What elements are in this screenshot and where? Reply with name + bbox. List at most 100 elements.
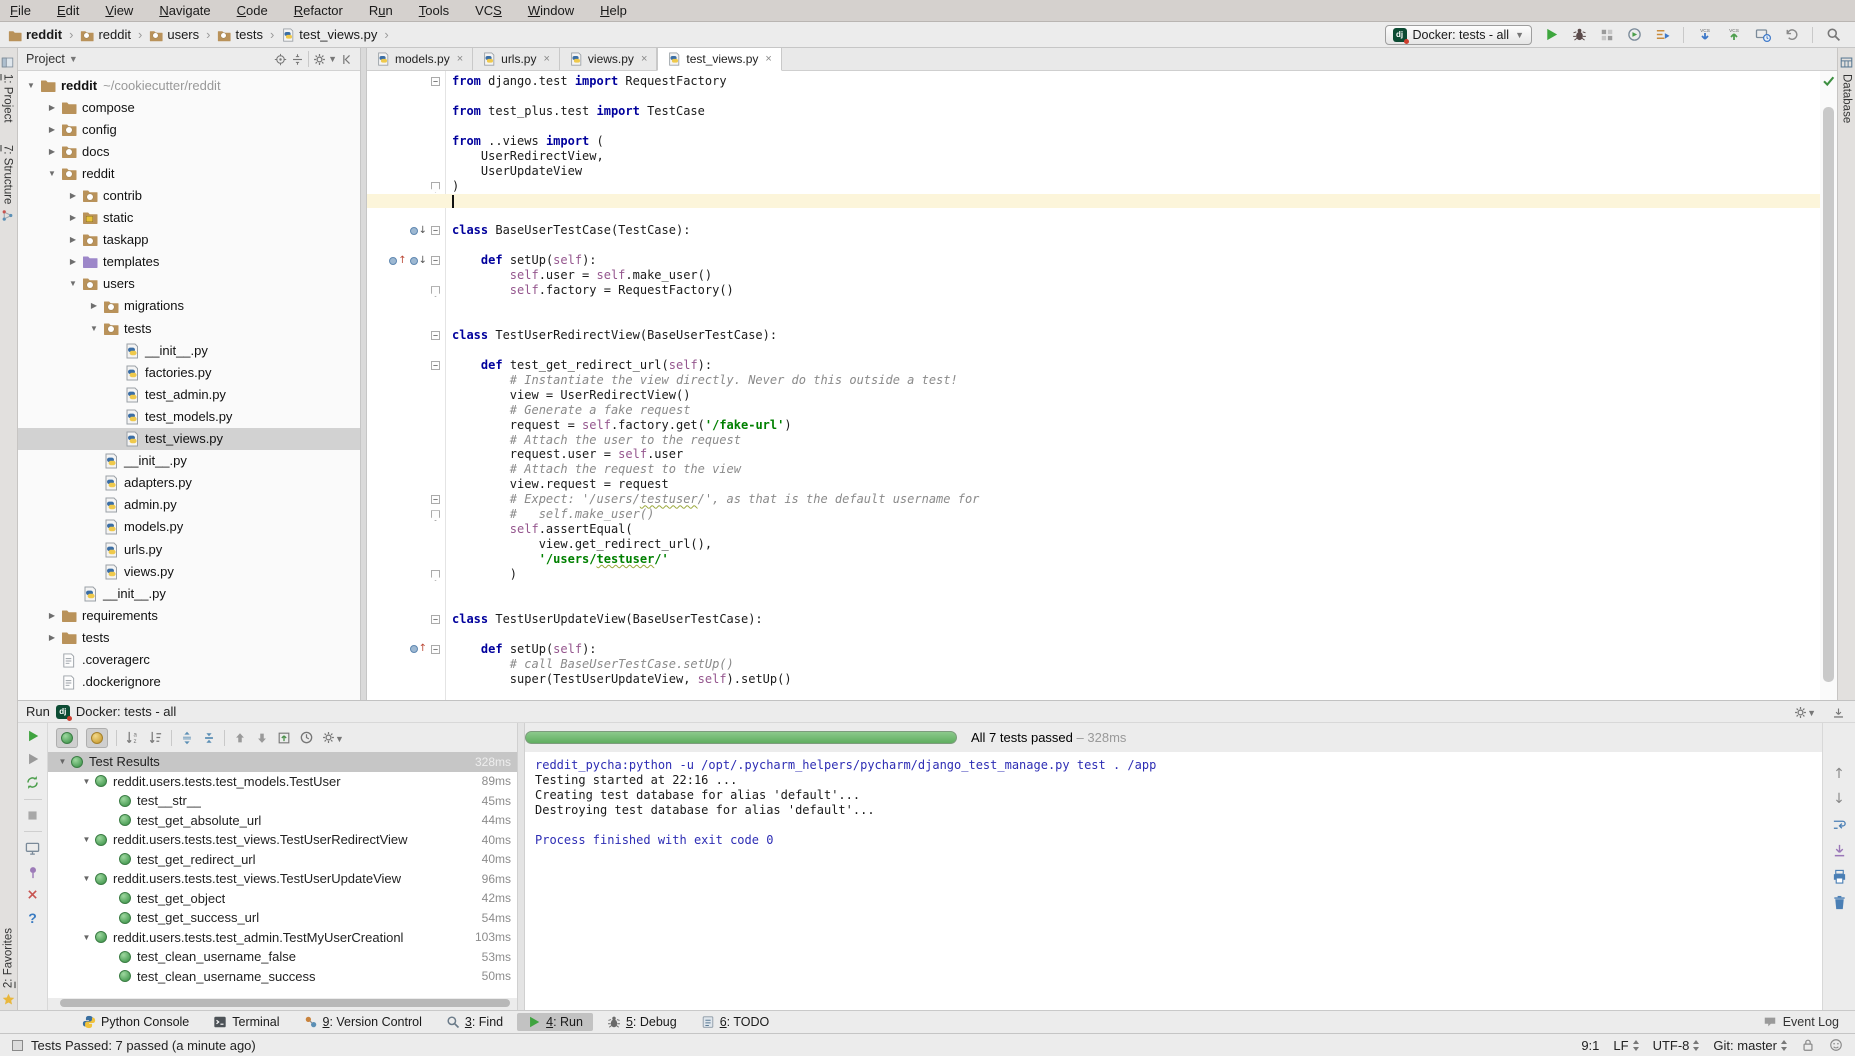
test-result-row[interactable]: test_get_redirect_url40ms bbox=[48, 850, 517, 870]
coverage-button[interactable] bbox=[1600, 28, 1614, 42]
toolwindow-switcher-icon[interactable] bbox=[12, 1040, 23, 1051]
toolwindow-button-python-console[interactable]: Python Console bbox=[72, 1013, 199, 1031]
chevron-expanded-icon[interactable]: ▼ bbox=[80, 933, 93, 942]
encoding-select[interactable]: UTF-8 bbox=[1653, 1038, 1700, 1053]
override-marker-icon[interactable]: ↑ bbox=[410, 644, 427, 654]
menu-refactor[interactable]: Refactor bbox=[294, 3, 343, 18]
project-tree-row[interactable]: .dockerignore bbox=[18, 671, 360, 693]
project-tree-row[interactable]: test_models.py bbox=[18, 405, 360, 427]
hide-panel-button[interactable] bbox=[341, 53, 354, 66]
recent-changes-button[interactable] bbox=[1755, 27, 1771, 43]
panel-splitter[interactable] bbox=[360, 48, 367, 700]
override-marker-icon[interactable]: ↑ bbox=[389, 256, 406, 266]
highlighting-level-icon[interactable] bbox=[1829, 1038, 1843, 1052]
run-button[interactable] bbox=[1544, 27, 1559, 42]
expand-all-button[interactable] bbox=[180, 731, 194, 745]
gutter-markers[interactable]: ↑ bbox=[379, 643, 427, 656]
chevron-down-icon[interactable]: ▼ bbox=[69, 54, 78, 64]
vcs-commit-button[interactable] bbox=[1726, 27, 1742, 43]
close-tab-icon[interactable]: × bbox=[641, 53, 647, 65]
sidebar-tab-favorites[interactable]: 2: Favorites bbox=[2, 928, 15, 1006]
sidebar-tab-project[interactable]: 1: Project bbox=[1, 56, 14, 123]
inspections-ok-icon[interactable] bbox=[1822, 74, 1835, 87]
toolwindow-button-terminal[interactable]: Terminal bbox=[203, 1013, 289, 1031]
line-ending-select[interactable]: LF bbox=[1613, 1038, 1638, 1053]
test-result-row[interactable]: ▼reddit.users.tests.test_views.TestUserU… bbox=[48, 869, 517, 889]
test-result-row[interactable]: test_get_success_url54ms bbox=[48, 908, 517, 928]
editor-scrollbar[interactable] bbox=[1820, 71, 1837, 700]
fold-marker[interactable]: − bbox=[431, 226, 440, 235]
project-tree-row[interactable]: ▶taskapp bbox=[18, 229, 360, 251]
project-tree-row[interactable]: __init__.py bbox=[18, 339, 360, 361]
breadcrumb-item[interactable]: users bbox=[149, 27, 199, 42]
fold-marker[interactable]: − bbox=[431, 331, 440, 340]
test-result-row[interactable]: ▼Test Results328ms bbox=[48, 752, 517, 772]
gutter-markers[interactable]: ↓ bbox=[379, 224, 427, 237]
menu-edit[interactable]: Edit bbox=[57, 3, 79, 18]
editor-tab-test_views.py[interactable]: test_views.py× bbox=[657, 48, 781, 71]
menu-file[interactable]: File bbox=[10, 3, 31, 18]
scrollbar-thumb[interactable] bbox=[1823, 107, 1834, 682]
sidebar-tab-structure[interactable]: 7: Structure bbox=[1, 145, 14, 222]
collapse-all-button[interactable] bbox=[202, 731, 216, 745]
vcs-branch-select[interactable]: Git: master bbox=[1713, 1038, 1787, 1053]
test-result-row[interactable]: test_clean_username_success50ms bbox=[48, 967, 517, 987]
menu-tools[interactable]: Tools bbox=[419, 3, 449, 18]
chevron-collapsed-icon[interactable]: ▶ bbox=[66, 213, 80, 222]
chevron-collapsed-icon[interactable]: ▶ bbox=[66, 191, 80, 200]
project-tree-row[interactable]: test_admin.py bbox=[18, 383, 360, 405]
debug-button[interactable] bbox=[1572, 27, 1587, 42]
restore-layout-button[interactable] bbox=[25, 841, 40, 856]
fold-marker[interactable]: − bbox=[431, 77, 440, 86]
previous-occurrence-button[interactable] bbox=[233, 731, 247, 745]
rerun-failed-button[interactable] bbox=[26, 752, 40, 766]
fold-marker[interactable]: − bbox=[431, 615, 440, 624]
fold-marker[interactable]: − bbox=[431, 645, 440, 654]
fold-marker[interactable] bbox=[431, 570, 440, 581]
breadcrumb-item[interactable]: reddit bbox=[8, 27, 62, 42]
breadcrumb-item[interactable]: test_views.py bbox=[281, 27, 377, 42]
collapse-all-button[interactable] bbox=[291, 53, 304, 66]
sort-by-duration-button[interactable] bbox=[148, 730, 163, 745]
test-settings-button[interactable]: ▼ bbox=[322, 729, 344, 747]
test-result-row[interactable]: ▼reddit.users.tests.test_models.TestUser… bbox=[48, 772, 517, 792]
project-tree-row[interactable]: ▶tests bbox=[18, 626, 360, 648]
close-tab-icon[interactable]: × bbox=[543, 53, 549, 65]
editor-tab-views.py[interactable]: views.py× bbox=[560, 48, 657, 70]
test-result-row[interactable]: ▼reddit.users.tests.test_views.TestUserR… bbox=[48, 830, 517, 850]
project-tree-row[interactable]: test_views.py bbox=[18, 428, 360, 450]
profiler-button[interactable] bbox=[1627, 27, 1642, 42]
editor-tab-urls.py[interactable]: urls.py× bbox=[473, 48, 560, 70]
run-configuration-select[interactable]: dj Docker: tests - all ▼ bbox=[1385, 25, 1532, 45]
chevron-collapsed-icon[interactable]: ▶ bbox=[87, 301, 101, 310]
menu-vcs[interactable]: VCS bbox=[475, 3, 502, 18]
rerun-button[interactable] bbox=[26, 729, 40, 743]
vcs-update-button[interactable] bbox=[1697, 27, 1713, 43]
chevron-expanded-icon[interactable]: ▼ bbox=[45, 169, 59, 178]
print-button[interactable] bbox=[1832, 869, 1847, 884]
test-result-row[interactable]: test__str__45ms bbox=[48, 791, 517, 811]
implemented-marker-icon[interactable]: ↓ bbox=[410, 256, 427, 266]
chevron-expanded-icon[interactable]: ▼ bbox=[66, 279, 80, 288]
chevron-collapsed-icon[interactable]: ▶ bbox=[66, 257, 80, 266]
project-tree-row[interactable]: __init__.py bbox=[18, 450, 360, 472]
breadcrumb-item[interactable]: reddit bbox=[80, 27, 131, 42]
menu-view[interactable]: View bbox=[105, 3, 133, 18]
project-tree-row[interactable]: ▼reddit bbox=[18, 162, 360, 184]
event-log-button[interactable]: Event Log bbox=[1763, 1015, 1839, 1029]
project-tree-row[interactable]: __init__.py bbox=[18, 582, 360, 604]
project-tree-row[interactable]: ▶migrations bbox=[18, 295, 360, 317]
chevron-collapsed-icon[interactable]: ▶ bbox=[66, 235, 80, 244]
chevron-collapsed-icon[interactable]: ▶ bbox=[45, 125, 59, 134]
test-history-button[interactable] bbox=[299, 730, 314, 745]
run-task-button[interactable] bbox=[1655, 27, 1670, 42]
project-tree-row[interactable]: ▶compose bbox=[18, 96, 360, 118]
close-button[interactable] bbox=[26, 888, 39, 901]
code-editor[interactable]: −from django.test import RequestFactoryf… bbox=[367, 71, 1837, 700]
project-tree-row[interactable]: ▼users bbox=[18, 273, 360, 295]
show-ignored-toggle[interactable] bbox=[86, 728, 108, 748]
toolwindow-button-9-version-control[interactable]: 9: Version Control bbox=[294, 1013, 432, 1031]
toolwindow-button-6-todo[interactable]: 6: TODO bbox=[691, 1013, 780, 1031]
toolwindow-button-3-find[interactable]: 3: Find bbox=[436, 1013, 513, 1031]
scroll-to-end-button[interactable] bbox=[1832, 843, 1847, 858]
